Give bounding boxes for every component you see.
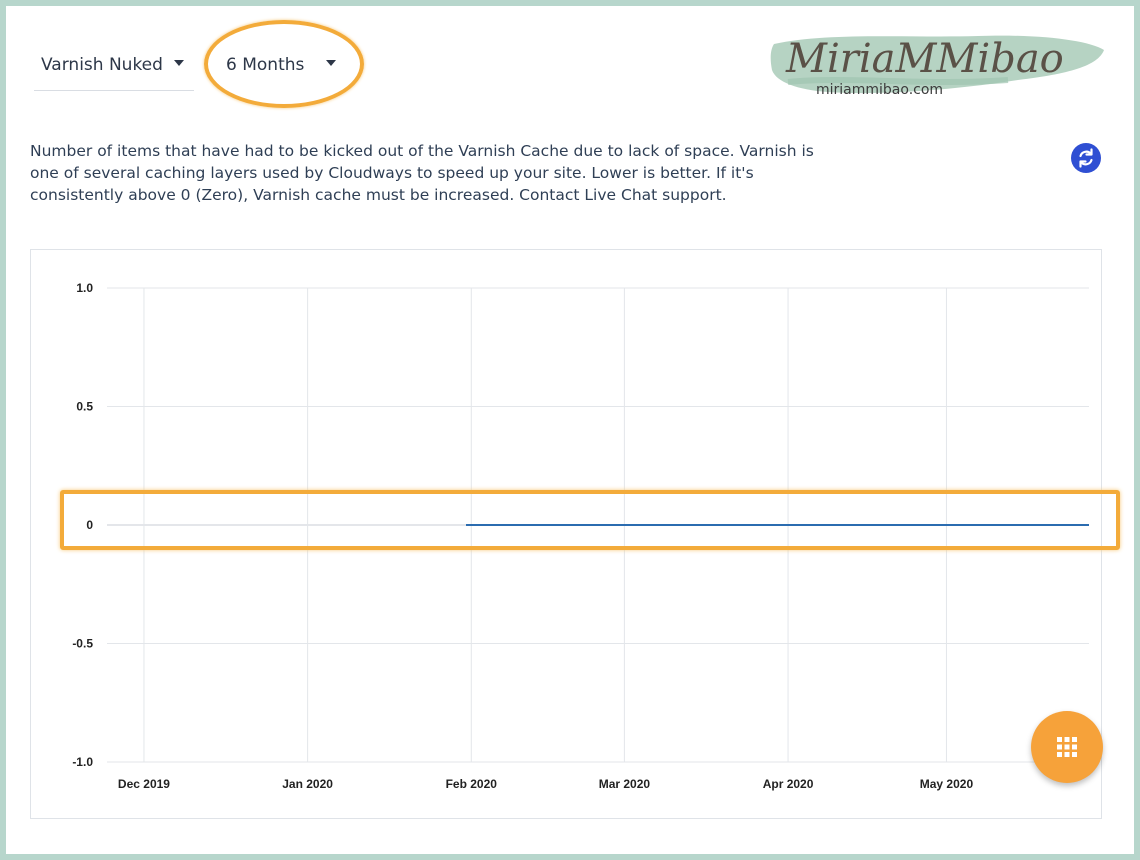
x-tick-label: May 2020 bbox=[920, 777, 974, 791]
y-tick-label: 0.5 bbox=[76, 400, 93, 414]
watermark-url: miriammibao.com bbox=[816, 82, 943, 98]
metric-description: Number of items that have had to be kick… bbox=[30, 142, 814, 204]
highlight-ellipse bbox=[204, 20, 364, 108]
watermark-logo: MiriaMMibao miriammibao.com bbox=[770, 35, 1104, 98]
grid-menu-button[interactable] bbox=[1031, 711, 1103, 783]
y-tick-label: -0.5 bbox=[72, 637, 93, 651]
x-tick-label: Apr 2020 bbox=[763, 777, 814, 791]
chevron-down-icon bbox=[174, 60, 184, 66]
watermark-title: MiriaMMibao bbox=[785, 36, 1064, 82]
grid-menu-icon bbox=[1057, 737, 1077, 757]
x-tick-label: Feb 2020 bbox=[446, 777, 498, 791]
metric-select[interactable]: Varnish Nuked bbox=[34, 40, 194, 91]
metric-select-value: Varnish Nuked bbox=[41, 55, 163, 75]
highlight-rectangle bbox=[60, 490, 1120, 550]
x-tick-label: Mar 2020 bbox=[599, 777, 651, 791]
refresh-button[interactable] bbox=[1071, 143, 1101, 173]
refresh-icon bbox=[1079, 148, 1093, 168]
y-tick-label: 1.0 bbox=[76, 281, 93, 295]
y-tick-label: -1.0 bbox=[72, 755, 93, 769]
x-tick-label: Dec 2019 bbox=[118, 777, 170, 791]
x-tick-label: Jan 2020 bbox=[282, 777, 333, 791]
